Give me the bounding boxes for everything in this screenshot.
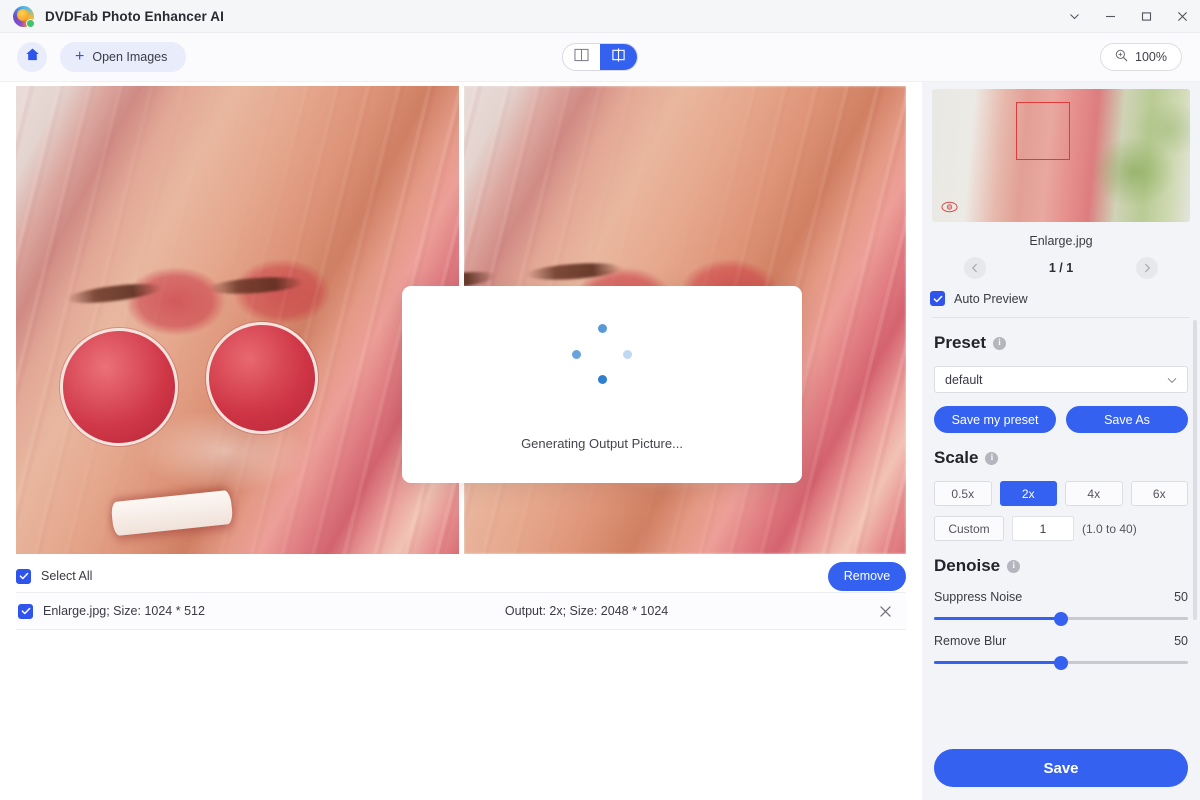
loading-dots-spinner (572, 324, 632, 384)
split-view-icon (574, 48, 589, 67)
app-window: DVDFab Photo Enhancer AI + Open Images 1… (0, 0, 1200, 800)
suppress-noise-thumb[interactable] (1054, 611, 1068, 626)
remove-blur-value: 50 (1174, 634, 1188, 648)
remove-file-icon[interactable] (879, 605, 892, 618)
plus-icon: + (75, 48, 85, 65)
info-icon[interactable]: i (985, 451, 999, 465)
close-button[interactable] (1164, 0, 1200, 33)
select-all-row: Select All Remove (16, 554, 906, 592)
preview-area: Generating Output Picture... (16, 86, 906, 554)
table-row[interactable]: Enlarge.jpg; Size: 1024 * 512 Output: 2x… (16, 592, 906, 630)
scale-option-05x[interactable]: 0.5x (934, 481, 992, 506)
toolbar: + Open Images 100% (0, 33, 1200, 82)
selection-rectangle[interactable] (1016, 102, 1070, 160)
dvdfab-logo-icon (13, 5, 35, 28)
window-controls (1056, 0, 1200, 32)
thumbnail-preview[interactable] (932, 89, 1190, 222)
info-icon[interactable]: i (1007, 559, 1021, 573)
home-icon (25, 47, 40, 67)
preset-selected-label: default (945, 372, 983, 387)
settings-panel: Preset i default Save my preset Save As … (922, 318, 1200, 670)
minimize-button[interactable] (1092, 0, 1128, 33)
select-all-checkbox[interactable] (16, 568, 31, 584)
page-count-label: 1 / 1 (1048, 261, 1074, 275)
scale-title-label: Scale (934, 448, 979, 467)
sidebar-scrollbar[interactable] (1193, 320, 1197, 620)
save-as-button[interactable]: Save As (1066, 406, 1188, 433)
remove-blur-slider-block: Remove Blur 50 (934, 634, 1188, 670)
prev-image-button[interactable] (964, 257, 986, 279)
auto-preview-label: Auto Preview (954, 291, 1028, 306)
suppress-noise-value: 50 (1174, 590, 1188, 604)
suppress-noise-slider-block: Suppress Noise 50 (934, 590, 1188, 626)
scale-option-6x[interactable]: 6x (1130, 481, 1188, 506)
scale-custom-button[interactable]: Custom (934, 516, 1004, 541)
preset-dropdown[interactable]: default (934, 366, 1188, 393)
body-area: Generating Output Picture... Select All … (0, 82, 1200, 800)
generating-label: Generating Output Picture... (521, 436, 683, 451)
view-mode-toggle (562, 43, 638, 71)
scale-section-title: Scale i (934, 448, 1188, 468)
file-row-checkbox[interactable] (18, 603, 33, 619)
preset-section-title: Preset i (934, 333, 1188, 353)
thumbnail-pager: 1 / 1 (922, 257, 1200, 279)
titlebar: DVDFab Photo Enhancer AI (0, 0, 1200, 33)
tab-split-view[interactable] (563, 44, 600, 70)
maximize-button[interactable] (1128, 0, 1164, 33)
compare-view-icon (611, 47, 626, 67)
open-images-label: Open Images (92, 50, 168, 64)
open-images-button[interactable]: + Open Images (60, 42, 187, 72)
settings-sidebar: Enlarge.jpg 1 / 1 Auto Preview Preset i … (922, 82, 1200, 800)
denoise-title-label: Denoise (934, 556, 1001, 575)
preset-title-label: Preset (934, 333, 986, 352)
select-all-label: Select All (41, 569, 93, 583)
remove-blur-label: Remove Blur (934, 634, 1007, 648)
preview-pane-original[interactable] (16, 86, 459, 554)
menu-chevron-down-button[interactable] (1056, 0, 1092, 33)
main-panel: Generating Output Picture... Select All … (0, 82, 922, 800)
auto-preview-row: Auto Preview (930, 291, 1200, 306)
save-button-wrap: Save (922, 749, 1200, 800)
suppress-noise-slider[interactable] (934, 611, 1188, 626)
chevron-down-icon (1167, 373, 1177, 387)
remove-button[interactable]: Remove (828, 561, 906, 591)
zoom-control[interactable]: 100% (1100, 43, 1182, 71)
app-title: DVDFab Photo Enhancer AI (45, 8, 224, 24)
remove-blur-slider[interactable] (934, 655, 1188, 670)
scale-option-4x[interactable]: 4x (1065, 481, 1123, 506)
file-output-label: Output: 2x; Size: 2048 * 1024 (504, 604, 669, 618)
sunglasses-lens-left (60, 328, 178, 446)
save-my-preset-button[interactable]: Save my preset (934, 406, 1056, 433)
thumbnail-filename: Enlarge.jpg (1029, 234, 1093, 248)
scale-option-2x[interactable]: 2x (999, 481, 1057, 506)
tab-compare-view[interactable] (600, 44, 637, 70)
save-button[interactable]: Save (934, 749, 1188, 787)
preset-buttons: Save my preset Save As (934, 406, 1188, 433)
scale-custom-row: Custom 1 (1.0 to 40) (934, 516, 1188, 541)
scale-custom-input[interactable]: 1 (1012, 516, 1074, 541)
denoise-section-title: Denoise i (934, 556, 1188, 576)
suppress-noise-label: Suppress Noise (934, 590, 1023, 604)
home-button[interactable] (17, 42, 47, 72)
file-name-label: Enlarge.jpg; Size: 1024 * 512 (43, 604, 205, 618)
info-icon[interactable]: i (992, 336, 1006, 350)
zoom-in-icon (1115, 49, 1128, 65)
scale-custom-hint: (1.0 to 40) (1082, 521, 1137, 536)
next-image-button[interactable] (1136, 257, 1158, 279)
scale-options: 0.5x 2x 4x 6x (934, 481, 1188, 506)
sunglasses-lens-right (206, 322, 318, 434)
zoom-level-label: 100% (1135, 50, 1167, 64)
auto-preview-checkbox[interactable] (930, 291, 945, 306)
generating-overlay: Generating Output Picture... (402, 286, 802, 483)
preview-eye-icon[interactable] (941, 200, 958, 213)
remove-blur-thumb[interactable] (1054, 655, 1068, 670)
empty-list-area (16, 630, 906, 800)
